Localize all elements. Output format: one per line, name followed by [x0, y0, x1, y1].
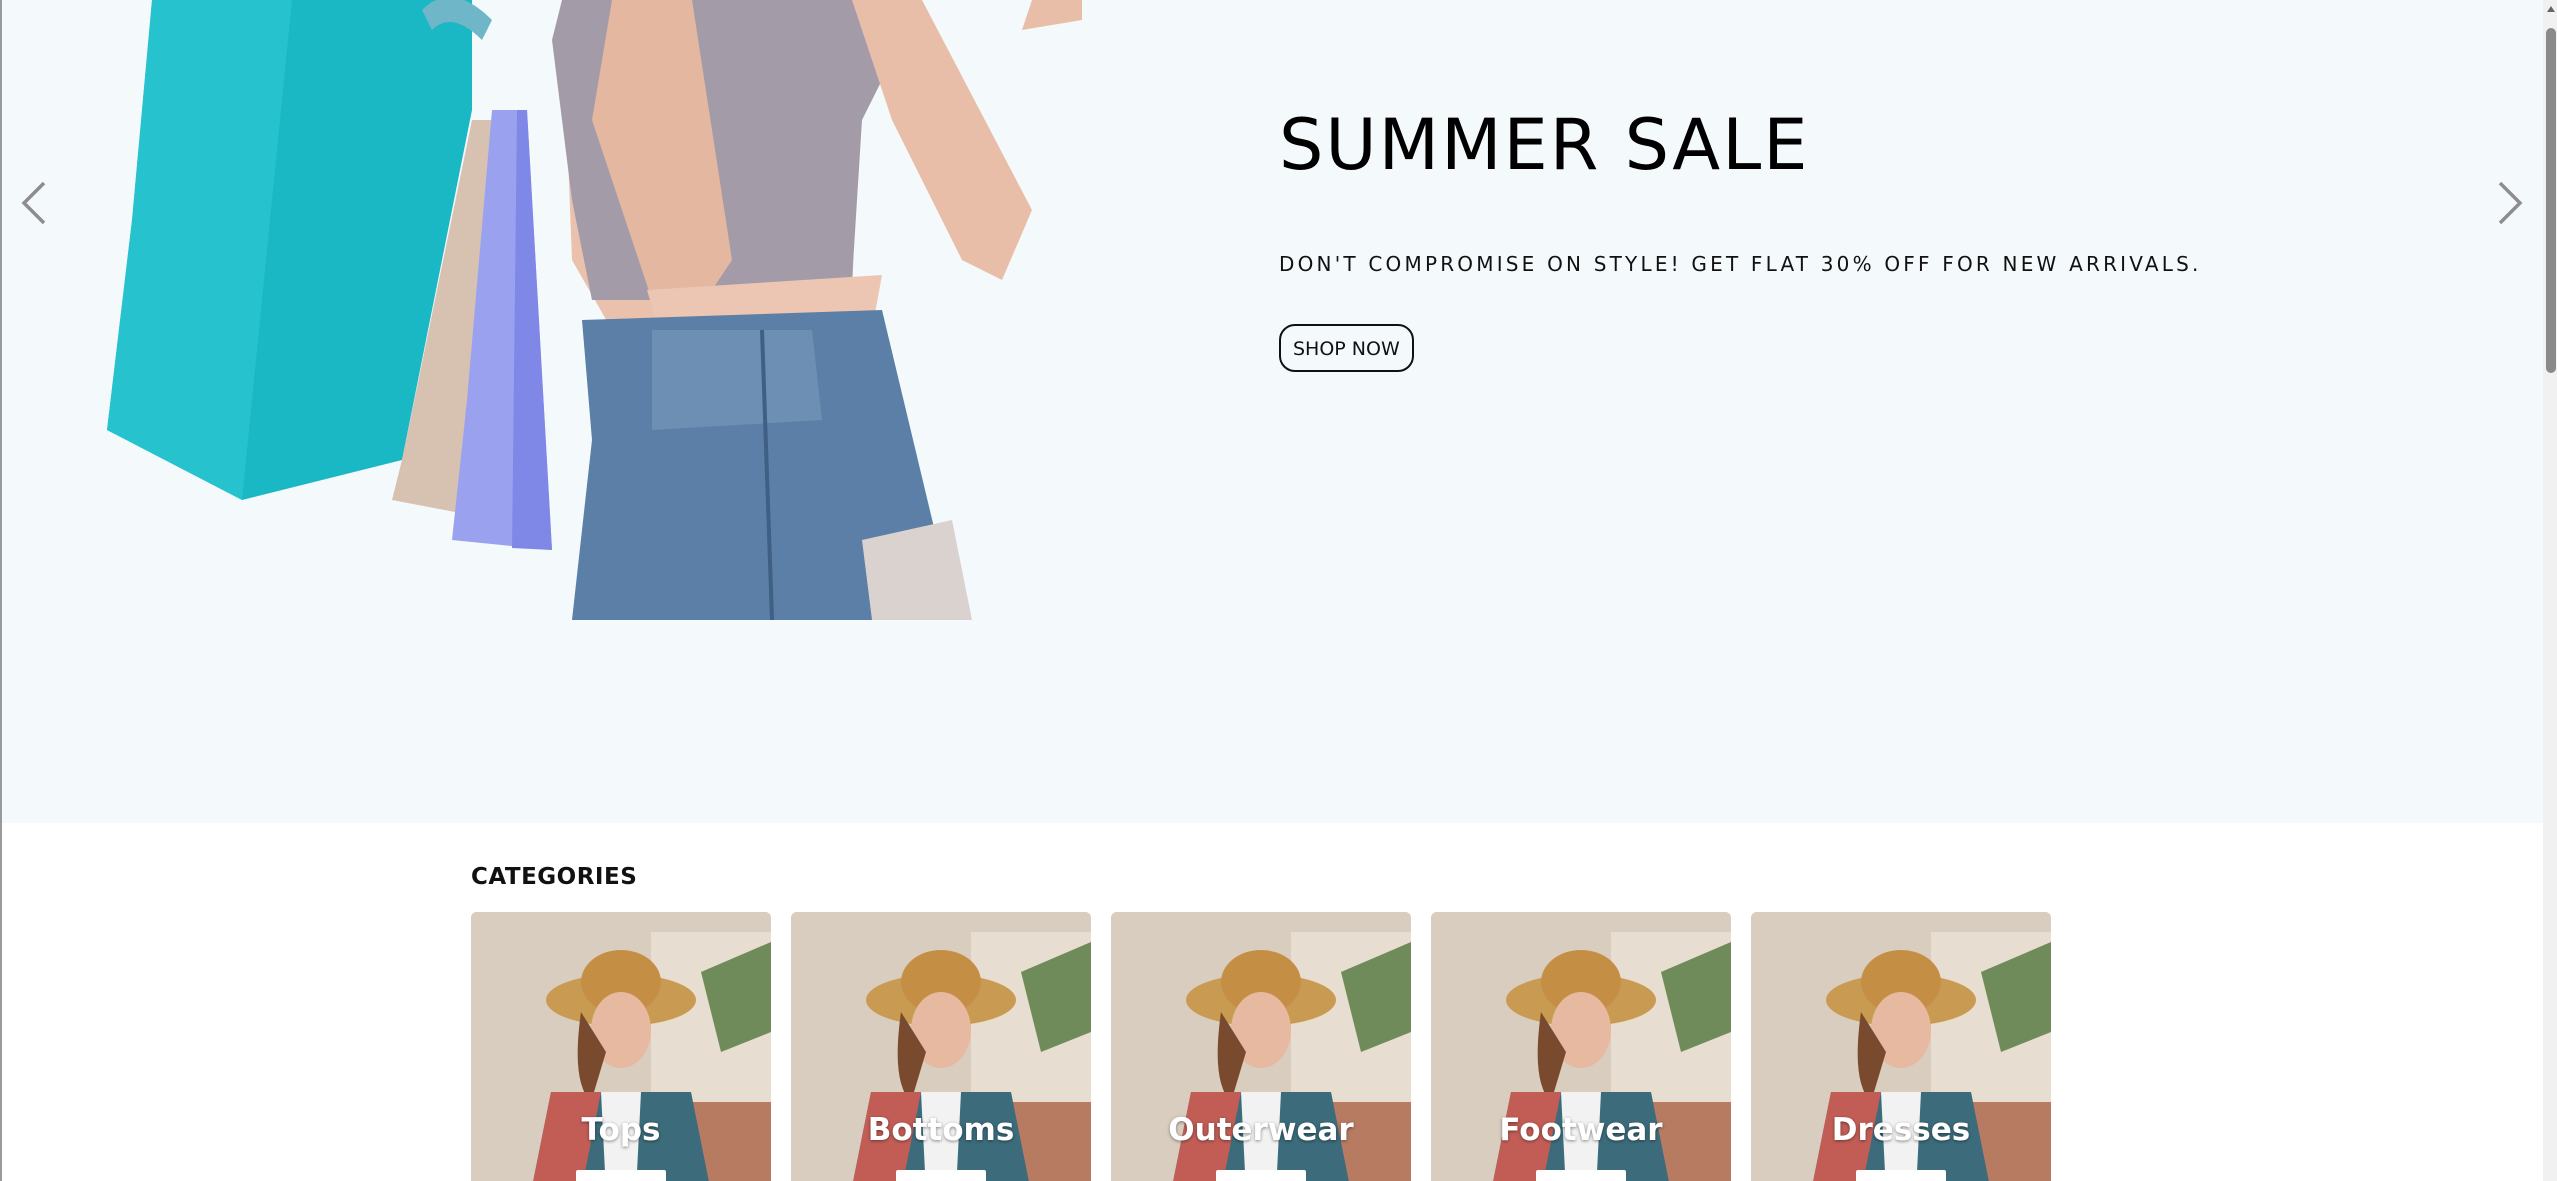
category-card-tops[interactable]: Tops: [471, 912, 771, 1181]
category-button[interactable]: [576, 1170, 666, 1181]
category-button[interactable]: [896, 1170, 986, 1181]
categories-list: Tops Bottoms Outerwear Footwear Dresses: [471, 912, 2051, 1181]
slider-next-button[interactable]: [2490, 175, 2530, 231]
scrollbar-thumb[interactable]: [2546, 28, 2556, 373]
categories-heading: CATEGORIES: [471, 864, 638, 890]
vertical-scrollbar[interactable]: [2543, 0, 2557, 1181]
category-card-bottoms[interactable]: Bottoms: [791, 912, 1091, 1181]
category-label: Dresses: [1831, 1112, 1971, 1148]
category-button[interactable]: [1536, 1170, 1626, 1181]
slider-prev-button[interactable]: [14, 175, 54, 231]
category-label: Footwear: [1499, 1112, 1663, 1148]
chevron-right-icon: [2498, 181, 2523, 225]
category-label: Tops: [581, 1112, 661, 1148]
page: SUMMER SALE DON'T COMPROMISE ON STYLE! G…: [0, 0, 2557, 1181]
category-label: Bottoms: [867, 1112, 1015, 1148]
hero-image: [107, 0, 1082, 620]
category-card-outerwear[interactable]: Outerwear: [1111, 912, 1411, 1181]
hero-content: SUMMER SALE DON'T COMPROMISE ON STYLE! G…: [1279, 100, 2202, 372]
hero-slider: SUMMER SALE DON'T COMPROMISE ON STYLE! G…: [2, 0, 2543, 823]
category-card-footwear[interactable]: Footwear: [1431, 912, 1731, 1181]
chevron-left-icon: [21, 181, 46, 225]
category-button[interactable]: [1216, 1170, 1306, 1181]
scroll-up-arrow-icon[interactable]: [2547, 6, 2555, 12]
hero-title: SUMMER SALE: [1279, 104, 1810, 186]
shop-now-button[interactable]: SHOP NOW: [1279, 324, 1414, 372]
hero-subtitle: DON'T COMPROMISE ON STYLE! GET FLAT 30% …: [1279, 252, 2202, 276]
category-card-dresses[interactable]: Dresses: [1751, 912, 2051, 1181]
category-button[interactable]: [1856, 1170, 1946, 1181]
category-label: Outerwear: [1168, 1112, 1354, 1148]
